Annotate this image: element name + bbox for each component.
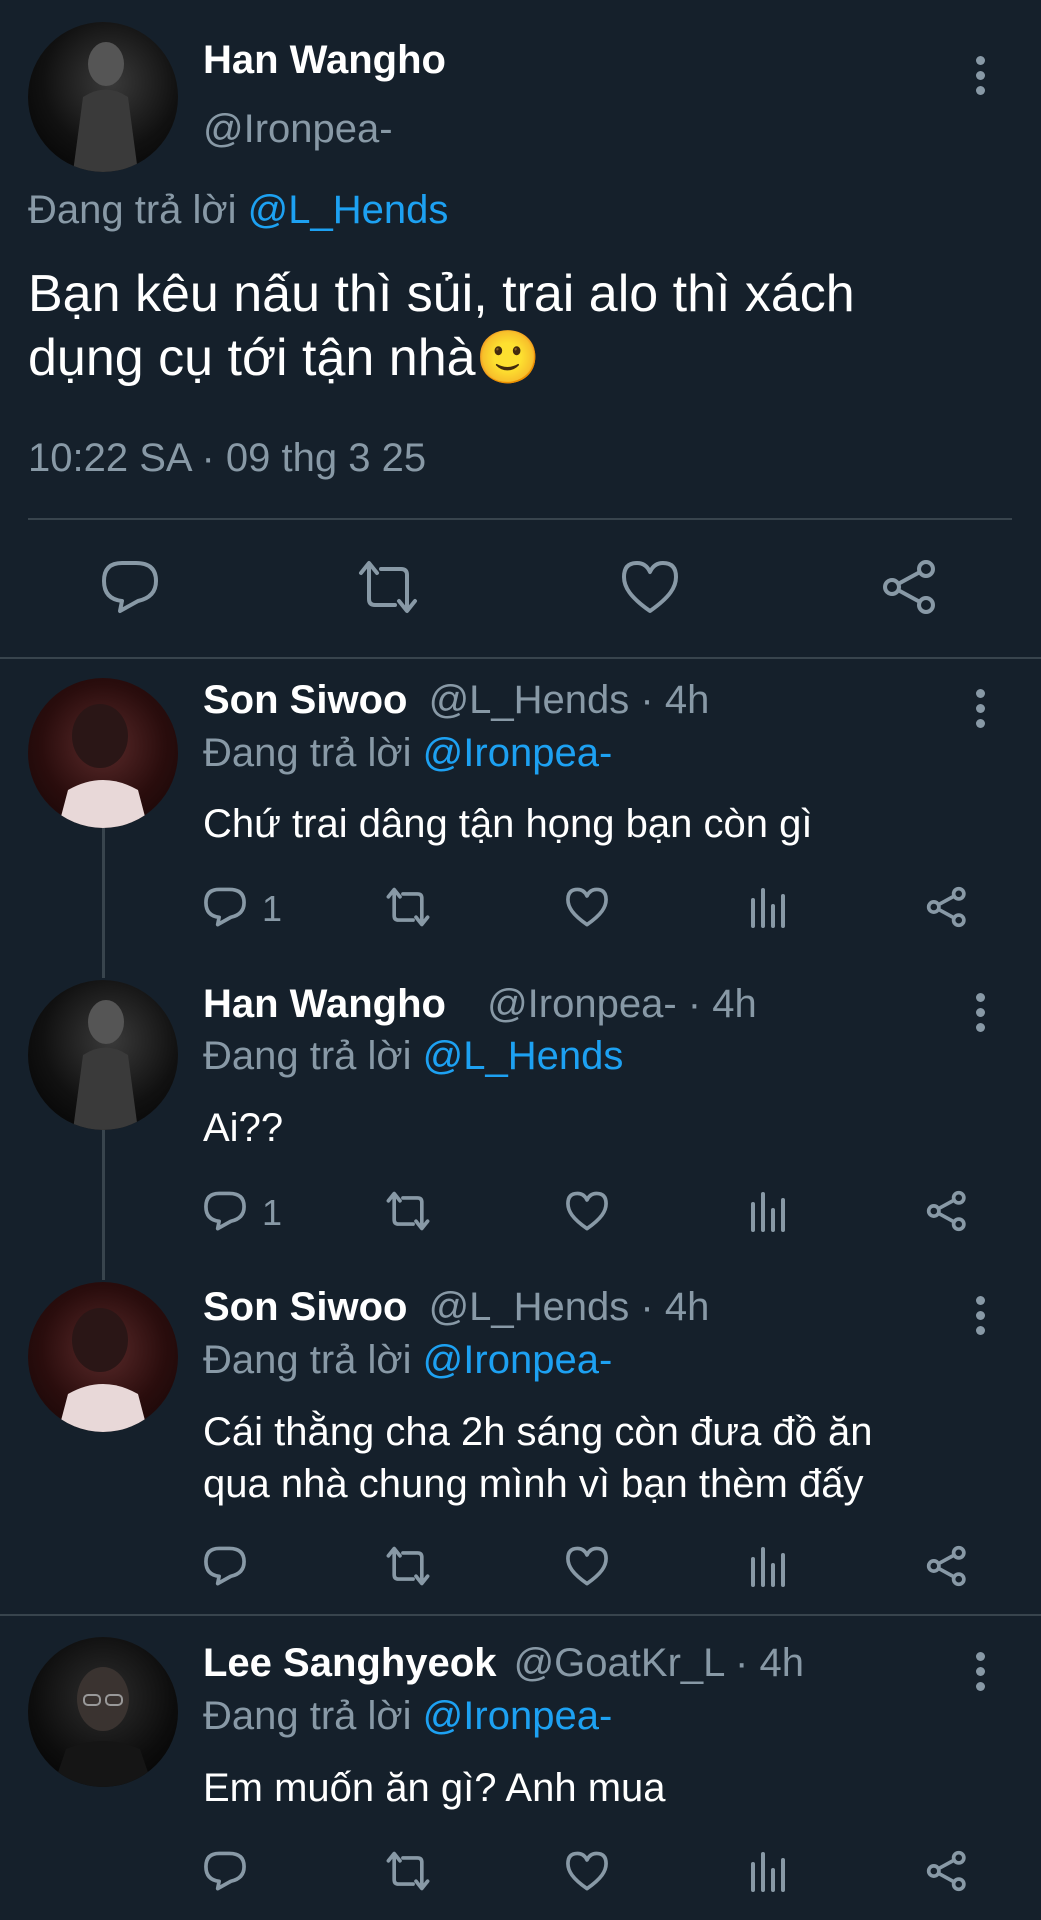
- reply-header: Han Wangho @Ironpea- · 4h: [203, 982, 757, 1027]
- share-icon[interactable]: [925, 1190, 969, 1232]
- reply-icon[interactable]: [203, 1850, 247, 1892]
- reply-count: 1: [262, 1192, 283, 1233]
- reply-icon[interactable]: [203, 886, 247, 928]
- handle[interactable]: @L_Hends · 4h: [429, 1285, 710, 1329]
- timestamp-divider: [28, 518, 1012, 520]
- more-options-icon[interactable]: [974, 689, 986, 734]
- handle[interactable]: @GoatKr_L · 4h: [514, 1641, 804, 1685]
- replying-to-link[interactable]: @L_Hends: [423, 1034, 624, 1078]
- analytics-icon[interactable]: [748, 1190, 788, 1232]
- share-icon[interactable]: [925, 886, 969, 928]
- replying-prefix: Đang trả lời: [203, 1034, 412, 1078]
- display-name[interactable]: Son Siwoo: [203, 678, 407, 722]
- handle[interactable]: @Ironpea- · 4h: [487, 982, 757, 1026]
- tweet-text: Em muốn ăn gì? Anh mua: [203, 1762, 666, 1814]
- timestamp[interactable]: 10:22 SA · 09 thg 3 25: [28, 436, 426, 481]
- retweet-icon[interactable]: [384, 1850, 432, 1892]
- section-divider: [0, 657, 1041, 659]
- reply-header: Lee Sanghyeok @GoatKr_L · 4h: [203, 1641, 804, 1686]
- analytics-icon[interactable]: [748, 1850, 788, 1892]
- tweet-text-line: Cái thằng cha 2h sáng còn đưa đồ ăn: [203, 1410, 873, 1454]
- tweet-text-line: Chứ trai dâng tận họng bạn còn gì: [203, 802, 813, 846]
- like-icon[interactable]: [565, 1190, 609, 1232]
- replying-to-link[interactable]: @Ironpea-: [423, 731, 613, 775]
- share-icon[interactable]: [925, 1850, 969, 1892]
- replying-to-link[interactable]: @L_Hends: [248, 188, 449, 232]
- tweet-text: Cái thằng cha 2h sáng còn đưa đồ ăn qua …: [203, 1406, 1023, 1510]
- replying-to: Đang trả lời @L_Hends: [28, 188, 448, 233]
- section-divider: [0, 1614, 1041, 1616]
- reply-icon[interactable]: [100, 559, 160, 615]
- retweet-icon[interactable]: [355, 559, 421, 615]
- like-icon[interactable]: [565, 1545, 609, 1587]
- replying-to-link[interactable]: @Ironpea-: [423, 1338, 613, 1382]
- tweet-text-line: Ai??: [203, 1106, 284, 1150]
- like-icon[interactable]: [620, 559, 680, 615]
- retweet-icon[interactable]: [384, 1190, 432, 1232]
- tweet-text: Chứ trai dâng tận họng bạn còn gì: [203, 798, 812, 850]
- tweet-text-line: qua nhà chung mình vì bạn thèm đấy: [203, 1462, 864, 1506]
- replying-prefix: Đang trả lời: [203, 1694, 412, 1738]
- avatar[interactable]: [28, 678, 178, 828]
- share-icon[interactable]: [880, 559, 940, 615]
- more-options-icon[interactable]: [974, 993, 986, 1038]
- thread-line: [102, 1130, 105, 1280]
- more-options-icon[interactable]: [974, 56, 986, 101]
- display-name[interactable]: Han Wangho: [203, 38, 446, 83]
- replying-prefix: Đang trả lời: [28, 188, 237, 232]
- retweet-icon[interactable]: [384, 1545, 432, 1587]
- replying-to-link[interactable]: @Ironpea-: [423, 1694, 613, 1738]
- tweet-text: Ai??: [203, 1102, 283, 1154]
- slightly-smiling-emoji: 🙂: [475, 328, 541, 388]
- like-icon[interactable]: [565, 886, 609, 928]
- like-icon[interactable]: [565, 1850, 609, 1892]
- tweet-text-line: Em muốn ăn gì? Anh mua: [203, 1766, 666, 1810]
- replying-prefix: Đang trả lời: [203, 1338, 412, 1382]
- replying-to: Đang trả lời @Ironpea-: [203, 1694, 612, 1739]
- tweet-text-line: Bạn kêu nấu thì sủi, trai alo thì xách: [28, 265, 855, 323]
- replying-to: Đang trả lời @Ironpea-: [203, 731, 612, 776]
- handle[interactable]: @L_Hends · 4h: [429, 678, 710, 722]
- analytics-icon[interactable]: [748, 886, 788, 928]
- handle[interactable]: @Ironpea-: [203, 107, 393, 152]
- more-options-icon[interactable]: [974, 1652, 986, 1697]
- analytics-icon[interactable]: [748, 1545, 788, 1587]
- more-options-icon[interactable]: [974, 1296, 986, 1341]
- replying-to: Đang trả lời @L_Hends: [203, 1034, 623, 1079]
- tweet-text-line: dụng cụ tới tận nhà: [28, 329, 476, 387]
- display-name[interactable]: Han Wangho: [203, 982, 446, 1026]
- avatar[interactable]: [28, 1282, 178, 1432]
- replying-to: Đang trả lời @Ironpea-: [203, 1338, 612, 1383]
- avatar[interactable]: [28, 1637, 178, 1787]
- display-name[interactable]: Lee Sanghyeok: [203, 1641, 496, 1685]
- replying-prefix: Đang trả lời: [203, 731, 412, 775]
- tweet-text: Bạn kêu nấu thì sủi, trai alo thì xách d…: [28, 262, 1018, 390]
- avatar[interactable]: [28, 22, 178, 172]
- reply-icon[interactable]: [203, 1545, 247, 1587]
- reply-header: Son Siwoo @L_Hends · 4h: [203, 678, 709, 723]
- share-icon[interactable]: [925, 1545, 969, 1587]
- reply-icon[interactable]: [203, 1190, 247, 1232]
- display-name[interactable]: Son Siwoo: [203, 1285, 407, 1329]
- reply-count: 1: [262, 888, 283, 929]
- avatar[interactable]: [28, 980, 178, 1130]
- retweet-icon[interactable]: [384, 886, 432, 928]
- reply-header: Son Siwoo @L_Hends · 4h: [203, 1285, 709, 1330]
- thread-line: [102, 826, 105, 978]
